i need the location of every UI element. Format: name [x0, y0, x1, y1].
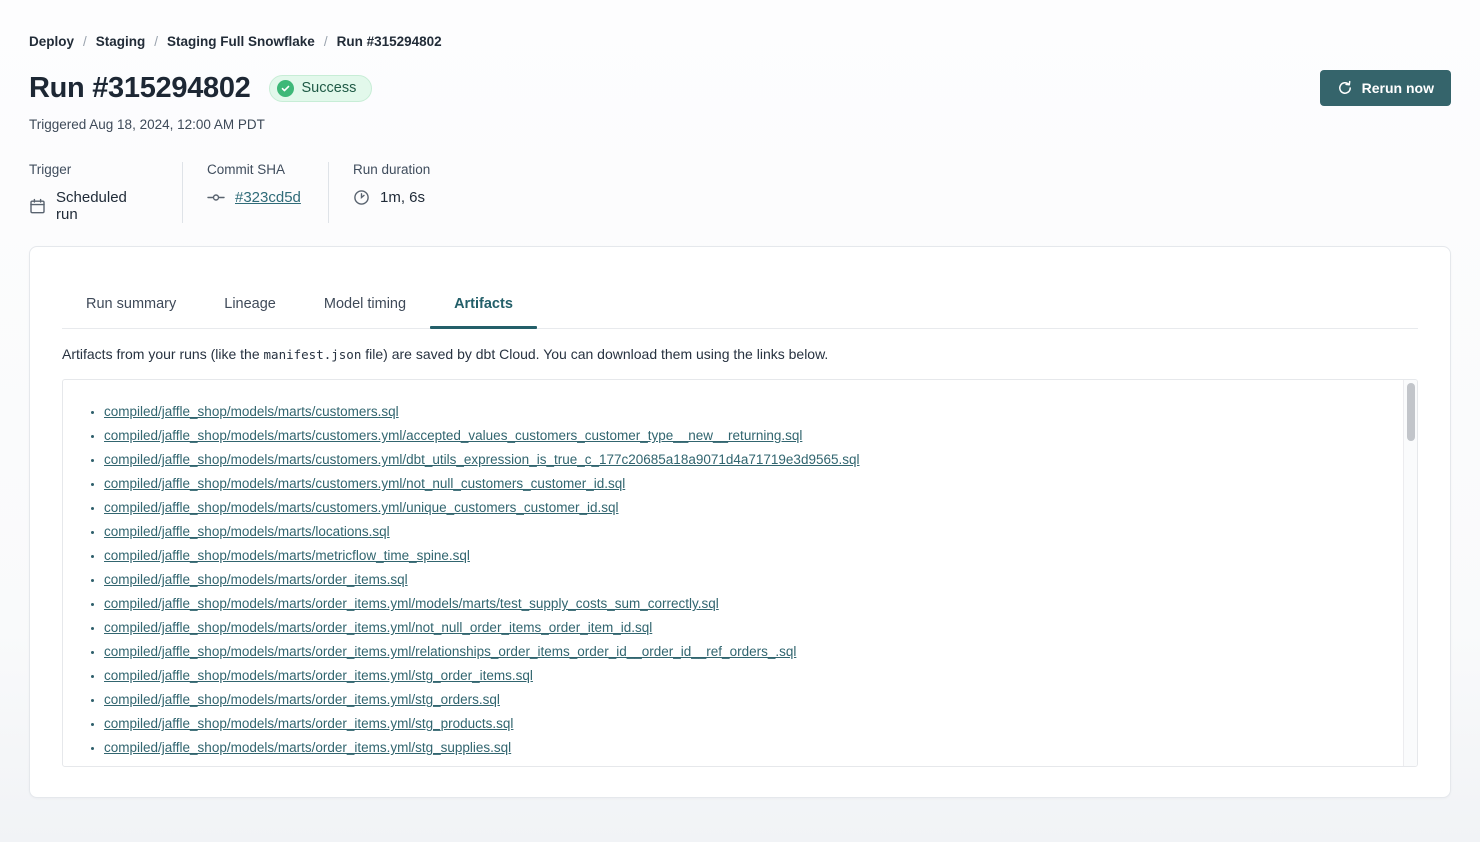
refresh-icon	[1337, 80, 1353, 96]
list-item: compiled/jaffle_shop/models/marts/order_…	[104, 640, 1393, 664]
artifact-link[interactable]: compiled/jaffle_shop/models/marts/order_…	[104, 692, 500, 707]
status-badge: Success	[269, 75, 373, 102]
commit-sha-link[interactable]: #323cd5d	[235, 189, 301, 206]
page-title: Run #315294802	[29, 72, 251, 105]
meta-duration-value: 1m, 6s	[380, 189, 425, 206]
manifest-json-code: manifest.json	[264, 347, 362, 362]
list-item: compiled/jaffle_shop/models/marts/order_…	[104, 712, 1393, 736]
artifact-link[interactable]: compiled/jaffle_shop/models/marts/custom…	[104, 452, 860, 467]
artifact-link[interactable]: compiled/jaffle_shop/models/marts/order_…	[104, 596, 719, 611]
tab-bar: Run summary Lineage Model timing Artifac…	[62, 279, 1418, 329]
scrollbar-thumb[interactable]	[1407, 383, 1415, 441]
list-item: compiled/jaffle_shop/models/marts/custom…	[104, 400, 1393, 424]
artifact-link[interactable]: compiled/jaffle_shop/models/marts/custom…	[104, 476, 625, 491]
artifacts-description-suffix: file) are saved by dbt Cloud. You can do…	[361, 346, 828, 362]
artifact-link[interactable]: compiled/jaffle_shop/models/marts/order_…	[104, 644, 796, 659]
breadcrumb-separator: /	[154, 34, 158, 49]
meta-commit-label: Commit SHA	[207, 162, 288, 177]
artifacts-description-prefix: Artifacts from your runs (like the	[62, 346, 264, 362]
rerun-now-label: Rerun now	[1362, 80, 1434, 96]
status-badge-label: Success	[302, 80, 357, 96]
artifacts-list-container: compiled/jaffle_shop/models/marts/custom…	[62, 379, 1418, 767]
list-item: compiled/jaffle_shop/models/marts/custom…	[104, 448, 1393, 472]
list-item: compiled/jaffle_shop/models/marts/custom…	[104, 496, 1393, 520]
rerun-now-button[interactable]: Rerun now	[1320, 70, 1451, 106]
artifact-link[interactable]: compiled/jaffle_shop/models/marts/order_…	[104, 740, 511, 755]
run-detail-card: Run summary Lineage Model timing Artifac…	[29, 246, 1451, 798]
meta-commit: Commit SHA #323cd5d	[182, 162, 328, 223]
calendar-icon	[29, 198, 46, 215]
meta-duration: Run duration 1m, 6s	[328, 162, 470, 223]
scrollbar-track[interactable]	[1403, 380, 1417, 766]
breadcrumb: Deploy / Staging / Staging Full Snowflak…	[29, 34, 1451, 49]
list-item: compiled/jaffle_shop/models/marts/order_…	[104, 736, 1393, 760]
artifact-link[interactable]: compiled/jaffle_shop/models/marts/metric…	[104, 548, 470, 563]
artifacts-description: Artifacts from your runs (like the manif…	[62, 346, 1418, 362]
list-item: compiled/jaffle_shop/models/marts/order_…	[104, 760, 1393, 767]
artifact-link[interactable]: compiled/jaffle_shop/models/marts/custom…	[104, 404, 399, 419]
list-item: compiled/jaffle_shop/models/marts/order_…	[104, 592, 1393, 616]
meta-trigger-value: Scheduled run	[56, 189, 142, 223]
artifact-link[interactable]: compiled/jaffle_shop/models/marts/order_…	[104, 620, 652, 635]
artifact-link[interactable]: compiled/jaffle_shop/models/marts/custom…	[104, 428, 802, 443]
list-item: compiled/jaffle_shop/models/marts/order_…	[104, 568, 1393, 592]
breadcrumb-deploy[interactable]: Deploy	[29, 34, 74, 49]
tab-artifacts[interactable]: Artifacts	[430, 279, 537, 328]
clock-icon	[353, 189, 370, 206]
artifact-link[interactable]: compiled/jaffle_shop/models/marts/order_…	[104, 572, 408, 587]
list-item: compiled/jaffle_shop/models/marts/order_…	[104, 688, 1393, 712]
list-item: compiled/jaffle_shop/models/marts/metric…	[104, 544, 1393, 568]
success-check-icon	[277, 80, 294, 97]
breadcrumb-separator: /	[83, 34, 87, 49]
meta-trigger: Trigger Scheduled run	[29, 162, 182, 223]
breadcrumb-separator: /	[324, 34, 328, 49]
artifact-link[interactable]: compiled/jaffle_shop/models/marts/order_…	[104, 668, 533, 683]
tab-model-timing[interactable]: Model timing	[300, 279, 430, 328]
artifact-link[interactable]: compiled/jaffle_shop/models/marts/locati…	[104, 524, 390, 539]
git-commit-icon	[207, 189, 225, 206]
artifact-link[interactable]: compiled/jaffle_shop/models/marts/custom…	[104, 500, 618, 515]
triggered-timestamp: Triggered Aug 18, 2024, 12:00 AM PDT	[29, 117, 1451, 132]
artifact-link[interactable]: compiled/jaffle_shop/models/marts/order_…	[104, 716, 513, 731]
tab-lineage[interactable]: Lineage	[200, 279, 300, 328]
run-detail-page: Deploy / Staging / Staging Full Snowflak…	[0, 0, 1480, 798]
list-item: compiled/jaffle_shop/models/marts/custom…	[104, 424, 1393, 448]
tab-run-summary[interactable]: Run summary	[62, 279, 200, 328]
artifact-link[interactable]: compiled/jaffle_shop/models/marts/order_…	[104, 764, 646, 767]
list-item: compiled/jaffle_shop/models/marts/order_…	[104, 664, 1393, 688]
breadcrumb-job[interactable]: Staging Full Snowflake	[167, 34, 315, 49]
run-meta-row: Trigger Scheduled run Commit SHA	[29, 162, 1451, 223]
artifacts-list: compiled/jaffle_shop/models/marts/custom…	[63, 380, 1417, 767]
breadcrumb-staging[interactable]: Staging	[96, 34, 146, 49]
list-item: compiled/jaffle_shop/models/marts/order_…	[104, 616, 1393, 640]
list-item: compiled/jaffle_shop/models/marts/locati…	[104, 520, 1393, 544]
title-group: Run #315294802 Success	[29, 72, 372, 105]
breadcrumb-current-run: Run #315294802	[337, 34, 442, 49]
header-row: Run #315294802 Success Rerun now	[29, 70, 1451, 106]
list-item: compiled/jaffle_shop/models/marts/custom…	[104, 472, 1393, 496]
meta-duration-label: Run duration	[353, 162, 430, 177]
meta-trigger-label: Trigger	[29, 162, 142, 177]
